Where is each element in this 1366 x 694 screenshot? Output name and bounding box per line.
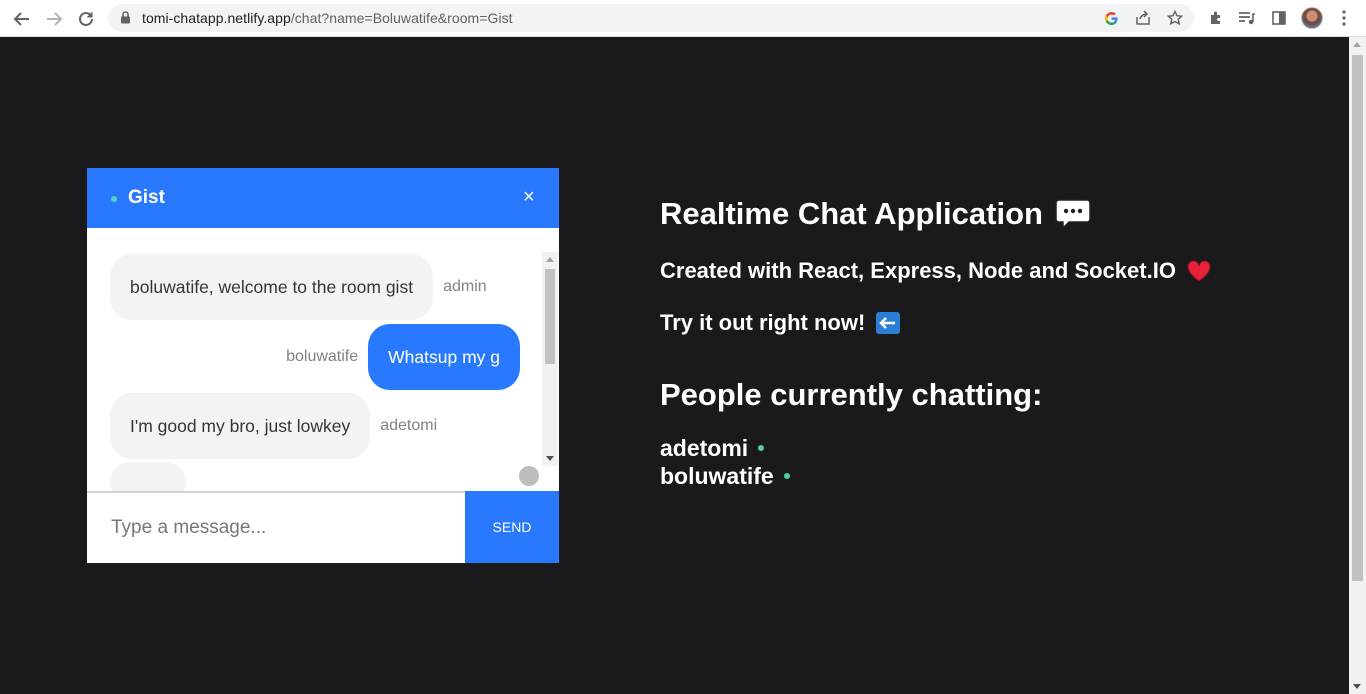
chat-header: Gist × <box>87 168 559 228</box>
created-with-label: Created with React, Express, Node and So… <box>660 258 1176 283</box>
close-icon[interactable]: × <box>523 187 535 207</box>
message-sender: boluwatife <box>286 348 359 365</box>
chat-panel: Gist × boluwatife, welcome to the room g… <box>87 168 559 563</box>
person-item: adetomi <box>660 434 790 462</box>
messages-list[interactable]: boluwatife, welcome to the room gist adm… <box>87 228 559 492</box>
message-bubble-partial <box>110 462 186 492</box>
message-sender: adetomi <box>380 417 438 434</box>
scroll-up-arrow-icon[interactable] <box>546 257 554 262</box>
google-lens-icon[interactable] <box>1102 9 1120 27</box>
message-row: boluwatife Whatsup my g <box>286 324 520 390</box>
message-bubble: boluwatife, welcome to the room gist <box>110 254 434 320</box>
online-status-icon <box>758 445 765 451</box>
browser-toolbar: tomi-chatapp.netlify.app/chat?name=Boluw… <box>0 0 1366 37</box>
scroll-down-arrow-icon[interactable] <box>546 456 554 461</box>
messages-scrollbar[interactable] <box>542 252 558 466</box>
online-status-icon <box>783 473 790 479</box>
reload-icon <box>79 11 93 26</box>
profile-avatar[interactable] <box>1301 7 1323 29</box>
left-arrow-icon <box>875 311 901 335</box>
message-composer: SEND <box>87 491 559 563</box>
send-button[interactable]: SEND <box>465 491 559 563</box>
bookmark-star-icon[interactable] <box>1166 9 1184 27</box>
back-arrow-icon <box>13 12 29 26</box>
extensions-puzzle-icon[interactable] <box>1207 9 1225 27</box>
kebab-menu-icon[interactable] <box>1335 9 1353 27</box>
message-bubble: I'm good my bro, just lowkey <box>110 393 371 459</box>
media-queue-icon[interactable] <box>1238 9 1256 27</box>
message-row: I'm good my bro, just lowkey adetomi <box>110 393 437 459</box>
try-it-text: Try it out right now! <box>660 310 901 336</box>
try-it-label: Try it out right now! <box>660 310 866 335</box>
created-with-text: Created with React, Express, Node and So… <box>660 258 1212 284</box>
app-title-text: Realtime Chat Application <box>660 196 1043 231</box>
heart-icon <box>1186 259 1212 283</box>
share-icon[interactable] <box>1134 9 1152 27</box>
address-bar[interactable]: tomi-chatapp.netlify.app/chat?name=Boluw… <box>108 4 1194 32</box>
person-item: boluwatife <box>660 462 790 490</box>
message-bubble: Whatsup my g <box>368 324 520 390</box>
scroll-up-arrow-icon[interactable] <box>1353 42 1361 47</box>
people-list: adetomi boluwatife <box>660 434 790 490</box>
url-text: tomi-chatapp.netlify.app/chat?name=Boluw… <box>142 10 513 26</box>
message-row: boluwatife, welcome to the room gist adm… <box>110 254 487 320</box>
scroll-down-arrow-icon[interactable] <box>1353 684 1361 689</box>
app-title: Realtime Chat Application <box>660 196 1091 232</box>
messages-scrollbar-thumb[interactable] <box>545 269 555 364</box>
page-scrollbar[interactable] <box>1349 37 1366 694</box>
message-sender: admin <box>443 278 487 295</box>
scroll-to-bottom-button[interactable] <box>519 466 539 486</box>
message-input[interactable] <box>87 493 465 563</box>
room-name: Gist <box>128 187 165 208</box>
side-panel-icon[interactable] <box>1270 9 1288 27</box>
back-button[interactable] <box>10 7 34 31</box>
online-status-icon <box>111 196 117 202</box>
forward-arrow-icon <box>47 12 63 26</box>
people-heading: People currently chatting: <box>660 377 1043 412</box>
page-scrollbar-thumb[interactable] <box>1352 55 1363 581</box>
person-name: adetomi <box>660 435 749 461</box>
speech-bubble-icon <box>1055 198 1091 230</box>
person-name: boluwatife <box>660 463 774 489</box>
lock-icon <box>120 11 131 29</box>
forward-button[interactable] <box>42 7 66 31</box>
reload-button[interactable] <box>74 7 98 31</box>
